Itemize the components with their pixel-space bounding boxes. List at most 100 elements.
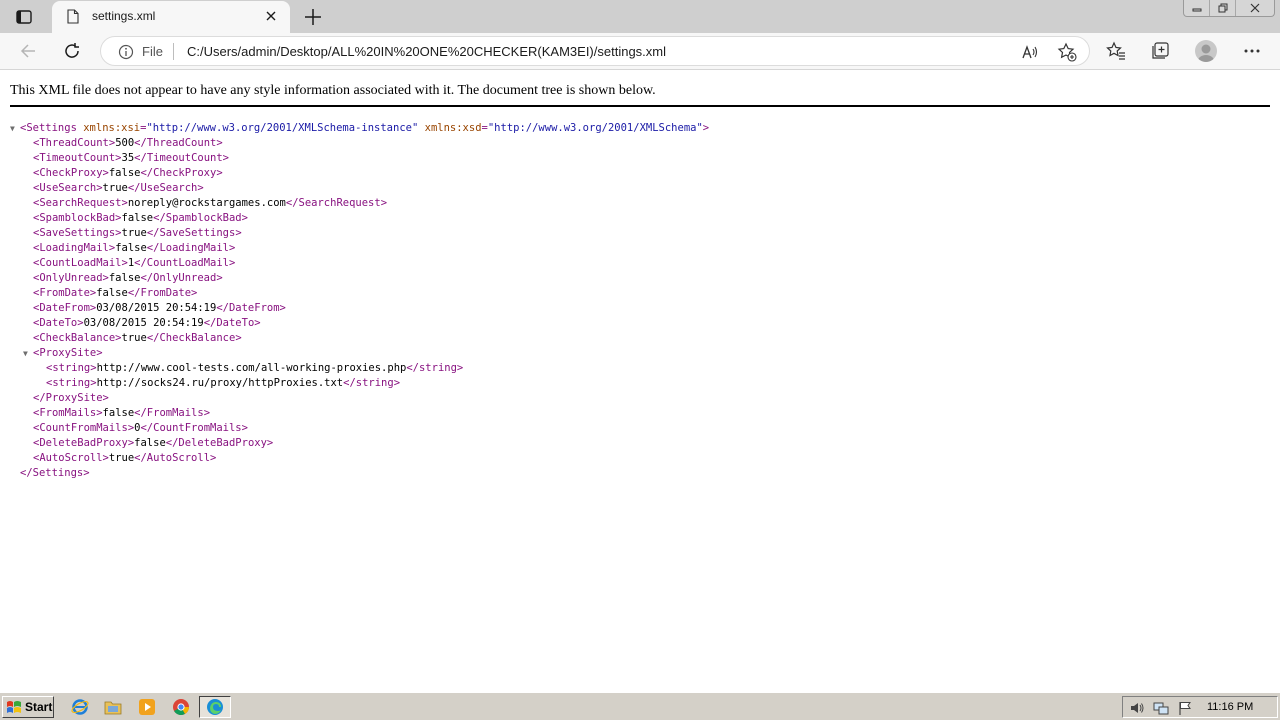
xml-open-tag: <SaveSettings>	[33, 227, 122, 239]
xml-text-value: 35	[121, 152, 135, 164]
chrome-button[interactable]	[171, 697, 191, 717]
xml-open-tag: <Settings	[20, 122, 77, 134]
info-icon[interactable]	[118, 44, 134, 60]
restore-icon	[1218, 3, 1228, 13]
xml-open-tag: <string>	[46, 362, 97, 374]
xml-text-value: 500	[115, 137, 135, 149]
media-player-button[interactable]	[137, 697, 157, 717]
collapse-toggle-icon[interactable]: ▼	[10, 121, 15, 136]
system-tray: 11:16 PM	[1122, 696, 1278, 718]
browser-tab[interactable]: settings.xml	[52, 1, 290, 33]
collections-icon	[1152, 42, 1169, 59]
back-button[interactable]	[16, 40, 40, 62]
xml-open-tag: <SpamblockBad>	[33, 212, 122, 224]
favorites-button[interactable]	[1104, 40, 1128, 62]
xml-text-value: 03/08/2015 20:54:19	[83, 317, 204, 329]
browser-toolbar: File C:/Users/admin/Desktop/ALL%20IN%20O…	[0, 33, 1280, 70]
address-bar[interactable]: File C:/Users/admin/Desktop/ALL%20IN%20O…	[100, 36, 1090, 66]
xml-close-tag: </DeleteBadProxy>	[165, 437, 274, 449]
xml-open-tag: <TimeoutCount>	[33, 152, 122, 164]
xml-element-line: <SaveSettings>true</SaveSettings>	[10, 226, 709, 241]
xml-attribute-value: "http://www.w3.org/2001/XMLSchema"	[487, 122, 703, 134]
xml-element-line: <SearchRequest>noreply@rockstargames.com…	[10, 196, 709, 211]
xml-close-tag: </TimeoutCount>	[134, 152, 229, 164]
internet-explorer-icon	[71, 699, 89, 715]
file-explorer-button[interactable]	[103, 697, 123, 717]
file-icon	[67, 9, 79, 24]
plus-icon[interactable]	[302, 6, 324, 28]
xml-element-line: <CountFromMails>0</CountFromMails>	[10, 421, 709, 436]
xml-open-tag: <UseSearch>	[33, 182, 103, 194]
xml-attribute-value: "http://www.w3.org/2001/XMLSchema-instan…	[146, 122, 419, 134]
add-favorite-icon[interactable]	[1057, 42, 1077, 62]
refresh-button[interactable]	[60, 40, 84, 62]
xml-proxysite-close-line: </ProxySite>	[10, 391, 709, 406]
more-button[interactable]	[1240, 40, 1264, 62]
xml-open-tag: <string>	[46, 377, 97, 389]
xml-close-tag: </string>	[406, 362, 464, 374]
xml-element-line: <ThreadCount>500</ThreadCount>	[10, 136, 709, 151]
xml-element-line: <UseSearch>true</UseSearch>	[10, 181, 709, 196]
url-text[interactable]: C:/Users/admin/Desktop/ALL%20IN%20ONE%20…	[187, 44, 666, 59]
xml-root-open-line: ▼ <Settings xmlns:xsi="http://www.w3.org/…	[10, 121, 709, 136]
xml-text-value: false	[108, 167, 141, 179]
xml-element-line: <CountLoadMail>1</CountLoadMail>	[10, 256, 709, 271]
notice-divider	[10, 105, 1270, 107]
xml-attribute-name: xmlns:xsd	[424, 122, 482, 134]
xml-text-value: true	[108, 452, 135, 464]
xml-close-tag: </Settings>	[20, 467, 90, 479]
xml-element-line: <OnlyUnread>false</OnlyUnread>	[10, 271, 709, 286]
xml-element-line: <TimeoutCount>35</TimeoutCount>	[10, 151, 709, 166]
tab-actions-button[interactable]	[8, 6, 40, 28]
xml-close-tag: </CheckBalance>	[146, 332, 242, 344]
xml-open-tag: <DateTo>	[33, 317, 84, 329]
xml-open-tag: <ProxySite>	[33, 347, 103, 359]
volume-icon[interactable]	[1129, 700, 1145, 716]
xml-element-line: <DateFrom>03/08/2015 20:54:19</DateFrom>	[10, 301, 709, 316]
xml-open-tag: <CountFromMails>	[33, 422, 135, 434]
xml-open-tag: <CheckProxy>	[33, 167, 109, 179]
back-icon	[20, 44, 35, 58]
xml-element-line: <DeleteBadProxy>false</DeleteBadProxy>	[10, 436, 709, 451]
xml-element-line: <CheckBalance>true</CheckBalance>	[10, 331, 709, 346]
xml-open-tag: <SearchRequest>	[33, 197, 128, 209]
xml-text-value: 03/08/2015 20:54:19	[96, 302, 217, 314]
xml-close-tag: </ThreadCount>	[134, 137, 223, 149]
xml-element-line: <DateTo>03/08/2015 20:54:19</DateTo>	[10, 316, 709, 331]
start-button[interactable]: Start	[2, 696, 54, 718]
address-separator	[173, 43, 174, 60]
xml-text-value: false	[108, 272, 141, 284]
xml-text-value: false	[96, 287, 128, 299]
xml-close-tag: </LoadingMail>	[146, 242, 236, 254]
xml-close-tag: </UseSearch>	[127, 182, 204, 194]
read-aloud-icon[interactable]	[1021, 43, 1039, 61]
edge-taskbar-button[interactable]	[199, 696, 231, 718]
xml-element-line: <SpamblockBad>false</SpamblockBad>	[10, 211, 709, 226]
favorites-icon	[1106, 41, 1125, 60]
tab-title: settings.xml	[92, 9, 156, 23]
xml-element-line: <FromDate>false</FromDate>	[10, 286, 709, 301]
minimize-icon	[1192, 8, 1202, 12]
xml-open-tag: <OnlyUnread>	[33, 272, 109, 284]
internet-explorer-button[interactable]	[70, 697, 90, 717]
xml-text-value: true	[102, 182, 128, 194]
action-center-flag-icon[interactable]	[1177, 700, 1193, 716]
xml-close-tag: </DateFrom>	[216, 302, 286, 314]
network-icon[interactable]	[1153, 700, 1169, 716]
chrome-icon	[173, 699, 189, 715]
xml-element-line: <FromMails>false</FromMails>	[10, 406, 709, 421]
restore-button[interactable]	[1210, 0, 1237, 16]
taskbar: Start 11:16 PM	[0, 692, 1280, 720]
xml-text-value: true	[121, 227, 147, 239]
xml-text-value: false	[115, 242, 147, 254]
profile-button[interactable]	[1195, 40, 1217, 62]
xml-close-tag: </FromMails>	[134, 407, 211, 419]
close-window-button[interactable]	[1236, 0, 1274, 16]
window-controls	[1183, 0, 1275, 17]
minimize-button[interactable]	[1184, 0, 1211, 16]
collapse-toggle-icon[interactable]: ▼	[23, 346, 28, 361]
close-icon[interactable]	[264, 9, 278, 23]
xml-style-notice: This XML file does not appear to have an…	[10, 83, 656, 98]
collections-button[interactable]	[1148, 40, 1172, 62]
xml-text-value: noreply@rockstargames.com	[127, 197, 286, 209]
